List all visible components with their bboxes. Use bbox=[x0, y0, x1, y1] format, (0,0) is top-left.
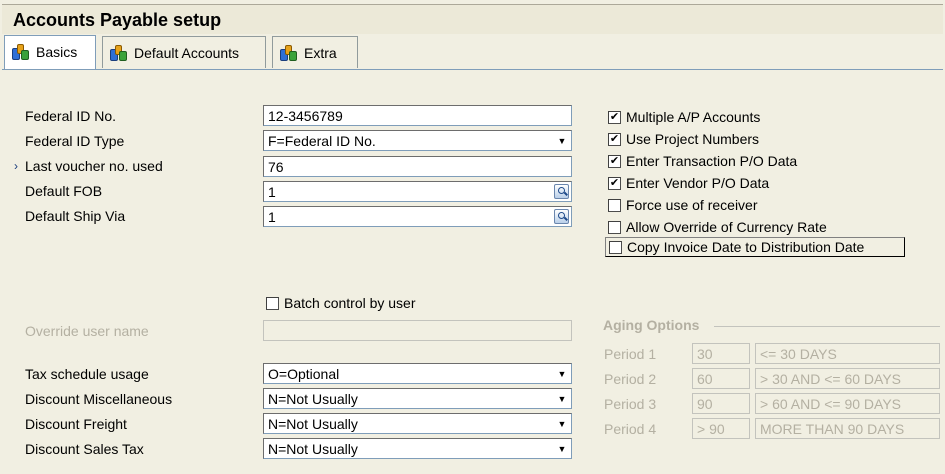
tab-strip: Basics Default Accounts Extra bbox=[2, 34, 943, 70]
group-divider bbox=[714, 326, 940, 327]
tab-extra[interactable]: Extra bbox=[272, 36, 358, 68]
batch-control-checkbox[interactable]: Batch control by user bbox=[266, 295, 416, 311]
lookup-icon[interactable] bbox=[554, 184, 569, 199]
tab-label: Extra bbox=[304, 45, 337, 61]
checkbox-box[interactable] bbox=[608, 198, 621, 212]
option-checkbox[interactable]: ✔ Use Project Numbers bbox=[608, 131, 759, 147]
option-label: Allow Override of Currency Rate bbox=[626, 219, 827, 235]
chart-icon bbox=[280, 45, 298, 62]
option-checkbox[interactable]: ✔ Multiple A/P Accounts bbox=[608, 109, 760, 125]
checkbox-box[interactable] bbox=[608, 220, 621, 234]
discount-sales-tax-label: Discount Sales Tax bbox=[25, 441, 144, 457]
discount-misc-value: N=Not Usually bbox=[268, 391, 358, 407]
aging-period-label: Period 2 bbox=[604, 371, 657, 387]
option-checkbox[interactable]: Force use of receiver bbox=[608, 197, 758, 213]
aging-days-input: 90 bbox=[692, 393, 750, 414]
discount-sales-tax-value: N=Not Usually bbox=[268, 441, 358, 457]
aging-period-label: Period 4 bbox=[604, 421, 657, 437]
default-fob-input[interactable]: 1 bbox=[263, 181, 572, 202]
default-fob-value: 1 bbox=[268, 184, 276, 200]
aging-description-input: <= 30 DAYS bbox=[755, 343, 940, 364]
option-checkbox[interactable]: ✔ Enter Transaction P/O Data bbox=[608, 153, 797, 169]
basics-panel: Federal ID No. 12-3456789 Federal ID Typ… bbox=[2, 69, 943, 472]
default-ship-via-input[interactable]: 1 bbox=[263, 206, 572, 227]
checkbox-box[interactable] bbox=[609, 240, 622, 254]
chevron-down-icon[interactable]: ▼ bbox=[554, 440, 570, 457]
aging-description-input: > 30 AND <= 60 DAYS bbox=[755, 368, 940, 389]
federal-id-type-value: F=Federal ID No. bbox=[268, 133, 376, 149]
discount-sales-tax-select[interactable]: N=Not Usually ▼ bbox=[263, 438, 572, 459]
tax-schedule-usage-label: Tax schedule usage bbox=[25, 366, 149, 382]
option-label: Multiple A/P Accounts bbox=[626, 109, 761, 125]
last-voucher-label: Last voucher no. used bbox=[25, 158, 163, 174]
chevron-down-icon[interactable]: ▼ bbox=[554, 365, 570, 382]
chevron-down-icon[interactable]: ▼ bbox=[554, 390, 570, 407]
tax-schedule-usage-value: O=Optional bbox=[268, 366, 340, 382]
checkbox-box[interactable]: ✔ bbox=[608, 154, 621, 168]
batch-control-label: Batch control by user bbox=[284, 295, 416, 311]
option-checkbox[interactable]: Copy Invoice Date to Distribution Date bbox=[605, 237, 906, 257]
tax-schedule-usage-select[interactable]: O=Optional ▼ bbox=[263, 363, 572, 384]
option-label: Copy Invoice Date to Distribution Date bbox=[627, 239, 865, 255]
last-voucher-input[interactable]: 76 bbox=[263, 156, 572, 177]
checkbox-box[interactable]: ✔ bbox=[608, 110, 621, 124]
option-label: Force use of receiver bbox=[626, 197, 758, 213]
checkbox-box[interactable]: ✔ bbox=[608, 176, 621, 190]
window-title: Accounts Payable setup bbox=[2, 4, 943, 34]
aging-description-input: MORE THAN 90 DAYS bbox=[755, 418, 940, 439]
override-user-name-input bbox=[263, 320, 572, 341]
discount-freight-select[interactable]: N=Not Usually ▼ bbox=[263, 413, 572, 434]
aging-days-input: 60 bbox=[692, 368, 750, 389]
aging-period-label: Period 3 bbox=[604, 396, 657, 412]
default-ship-via-value: 1 bbox=[268, 209, 276, 225]
federal-id-no-input[interactable]: 12-3456789 bbox=[263, 105, 572, 126]
chart-icon bbox=[110, 45, 128, 62]
override-user-name-label: Override user name bbox=[25, 323, 149, 339]
option-checkbox[interactable]: Allow Override of Currency Rate bbox=[608, 219, 827, 235]
discount-misc-label: Discount Miscellaneous bbox=[25, 391, 173, 407]
federal-id-no-label: Federal ID No. bbox=[25, 108, 117, 124]
discount-freight-value: N=Not Usually bbox=[268, 416, 358, 432]
aging-options-title: Aging Options bbox=[603, 317, 700, 333]
tab-label: Basics bbox=[36, 44, 78, 60]
default-fob-label: Default FOB bbox=[25, 183, 103, 199]
option-label: Enter Transaction P/O Data bbox=[626, 153, 798, 169]
federal-id-type-label: Federal ID Type bbox=[25, 133, 125, 149]
aging-days-input: > 90 bbox=[692, 418, 750, 439]
checkbox-box[interactable]: ✔ bbox=[608, 132, 621, 146]
tab-label: Default Accounts bbox=[134, 45, 240, 61]
aging-days-input: 30 bbox=[692, 343, 750, 364]
current-field-marker: › bbox=[14, 159, 18, 173]
discount-misc-select[interactable]: N=Not Usually ▼ bbox=[263, 388, 572, 409]
option-label: Enter Vendor P/O Data bbox=[626, 175, 770, 191]
option-checkbox[interactable]: ✔ Enter Vendor P/O Data bbox=[608, 175, 769, 191]
checkbox-box[interactable] bbox=[266, 296, 279, 310]
tab-basics[interactable]: Basics bbox=[4, 35, 96, 69]
lookup-icon[interactable] bbox=[554, 209, 569, 224]
option-label: Use Project Numbers bbox=[626, 131, 760, 147]
default-ship-via-label: Default Ship Via bbox=[25, 208, 126, 224]
aging-description-input: > 60 AND <= 90 DAYS bbox=[755, 393, 940, 414]
federal-id-type-select[interactable]: F=Federal ID No. ▼ bbox=[263, 130, 572, 151]
tab-default-accounts[interactable]: Default Accounts bbox=[102, 36, 266, 68]
aging-period-label: Period 1 bbox=[604, 346, 657, 362]
chevron-down-icon[interactable]: ▼ bbox=[554, 415, 570, 432]
discount-freight-label: Discount Freight bbox=[25, 416, 127, 432]
chevron-down-icon[interactable]: ▼ bbox=[554, 132, 570, 149]
chart-icon bbox=[12, 44, 30, 61]
